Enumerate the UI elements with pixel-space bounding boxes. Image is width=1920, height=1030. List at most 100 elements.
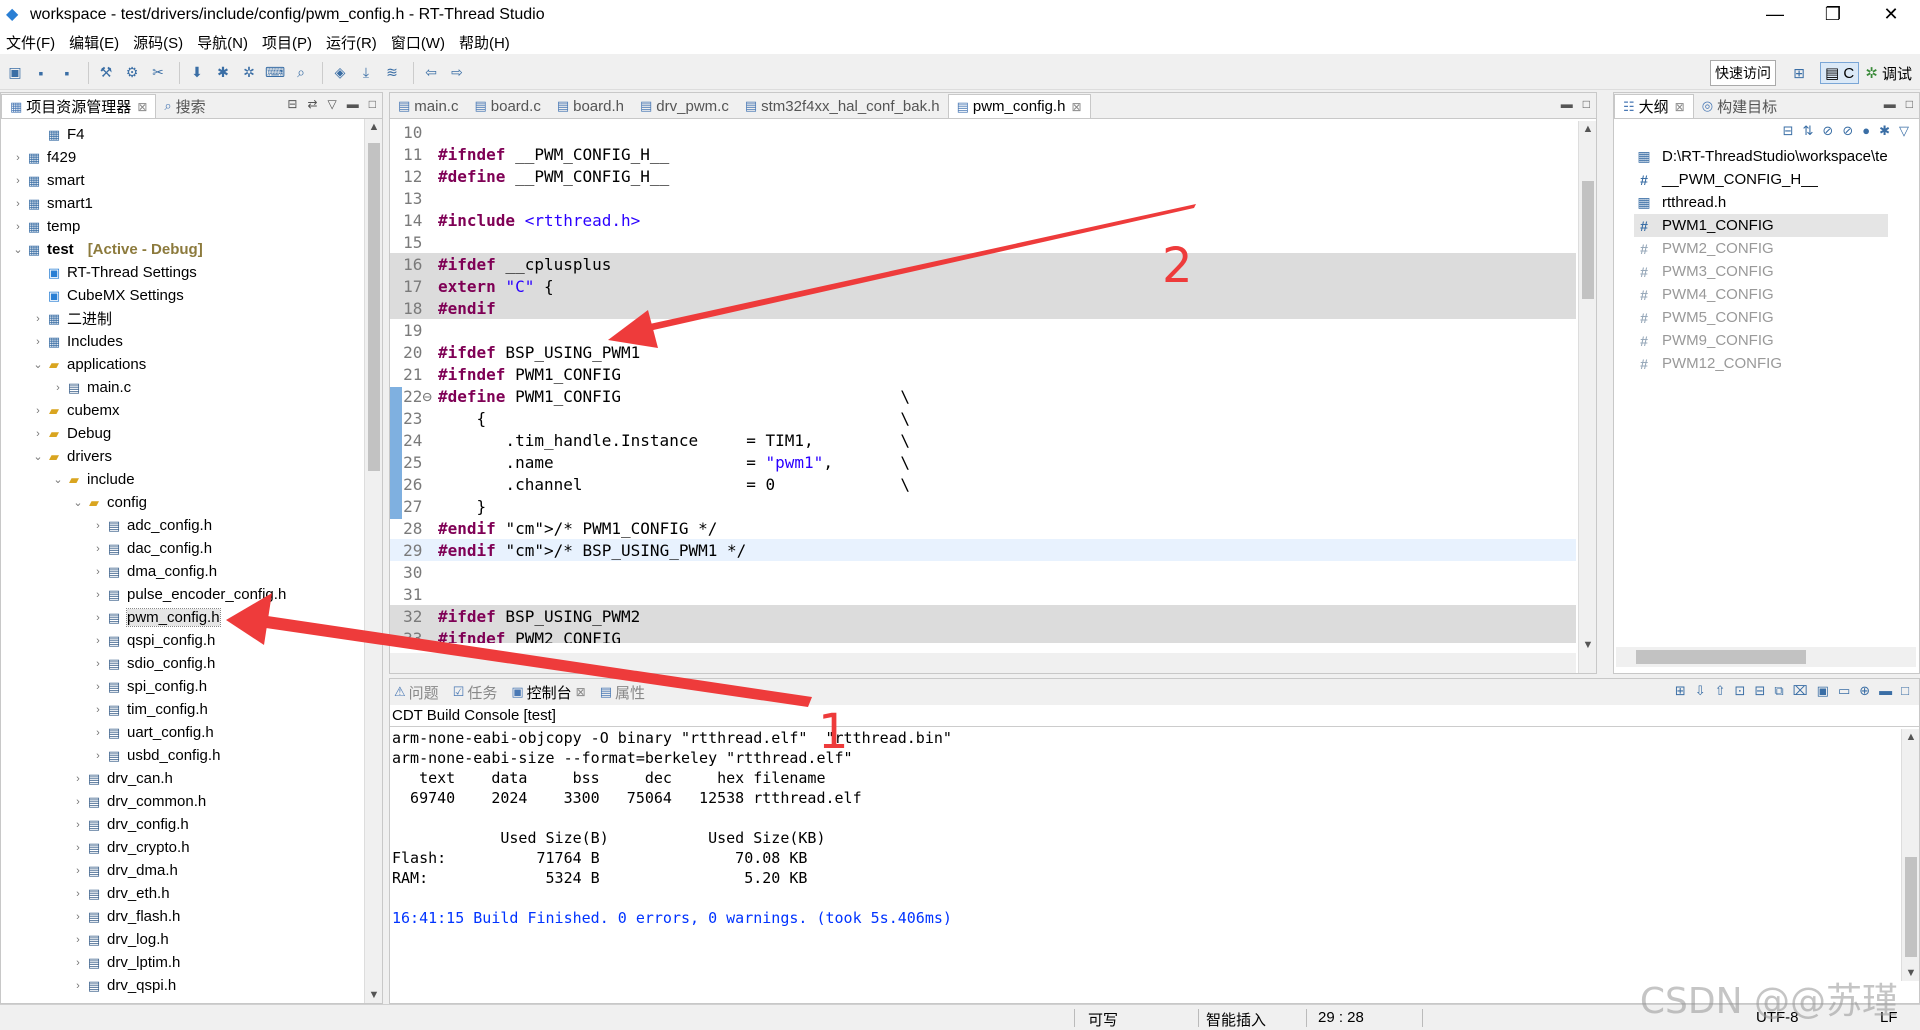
- outline-item[interactable]: # PWM2_CONFIG: [1634, 237, 1888, 260]
- settings-icon[interactable]: ✱: [212, 62, 234, 84]
- debug-icon[interactable]: ✲: [238, 62, 260, 84]
- layers-icon[interactable]: ≋: [381, 62, 403, 84]
- expand-toggle-icon[interactable]: ›: [91, 589, 105, 601]
- outline-item[interactable]: # PWM4_CONFIG: [1634, 283, 1888, 306]
- expand-toggle-icon[interactable]: ›: [31, 336, 45, 348]
- code-area[interactable]: 10 11 #ifndef __PWM_CONFIG_H__ 12 #define…: [390, 121, 1576, 643]
- hide-nonpublic-icon[interactable]: ●: [1862, 123, 1870, 139]
- scroll-lock-icon[interactable]: ⊟: [1754, 683, 1765, 699]
- scroll-down-icon[interactable]: ▼: [1579, 639, 1597, 651]
- editor-tab[interactable]: ▤ drv_pwm.c: [632, 94, 737, 118]
- tree-item[interactable]: › ▤ drv_qspi.h: [1, 974, 363, 997]
- build-icon[interactable]: ⚒: [95, 62, 117, 84]
- expand-toggle-icon[interactable]: ›: [91, 658, 105, 670]
- tree-item[interactable]: › ▤ uart_config.h: [1, 721, 363, 744]
- tree-item[interactable]: › ▦ temp: [1, 215, 363, 238]
- outline-item[interactable]: # PWM9_CONFIG: [1634, 329, 1888, 352]
- code-line[interactable]: 27 }: [390, 495, 1576, 519]
- tree-item[interactable]: › ▤ spi_config.h: [1, 675, 363, 698]
- tree-item[interactable]: › ▤ adc_config.h: [1, 514, 363, 537]
- sdk-icon[interactable]: ◈: [329, 62, 351, 84]
- close-icon[interactable]: ⊠: [1071, 100, 1081, 114]
- tree-item[interactable]: › ▤ drv_log.h: [1, 928, 363, 951]
- editor-scrollbar[interactable]: ▲ ▼: [1578, 121, 1596, 673]
- menu-window[interactable]: 窗口(W): [391, 32, 445, 53]
- view-menu-icon[interactable]: ▽: [1899, 123, 1909, 139]
- outline-item[interactable]: ▦ D:\RT-ThreadStudio\workspace\te: [1634, 145, 1887, 168]
- editor-tab[interactable]: ▤ stm32f4xx_hal_conf_bak.h: [737, 94, 948, 118]
- tree-item[interactable]: › ▤ usbd_config.h: [1, 744, 363, 767]
- scroll-thumb[interactable]: [1636, 650, 1806, 664]
- tree-item[interactable]: › ▤ tim_config.h: [1, 698, 363, 721]
- code-line[interactable]: 28 #endif "cm">/* PWM1_CONFIG */: [390, 517, 1576, 539]
- code-line[interactable]: 29 #endif "cm">/* BSP_USING_PWM1 */: [390, 539, 1576, 561]
- import-icon[interactable]: ⤓: [355, 62, 377, 84]
- code-line[interactable]: 26 .channel = 0 \: [390, 473, 1576, 497]
- minimize-icon[interactable]: ▬: [347, 97, 359, 111]
- tab-outline[interactable]: ☷ 大纲 ⊠: [1614, 94, 1694, 118]
- close-icon[interactable]: ⊠: [576, 685, 586, 699]
- prev-error-icon[interactable]: ⇧: [1715, 683, 1726, 699]
- menu-file[interactable]: 文件(F): [6, 32, 55, 53]
- perspective-c[interactable]: ▤ C: [1820, 62, 1860, 84]
- expand-toggle-icon[interactable]: ⌄: [11, 243, 25, 256]
- editor-tab[interactable]: ▤ board.c: [466, 94, 548, 118]
- expand-toggle-icon[interactable]: ›: [71, 957, 85, 969]
- tree-item[interactable]: › ▤ drv_crypto.h: [1, 836, 363, 859]
- expand-toggle-icon[interactable]: ›: [91, 727, 105, 739]
- console-scrollbar[interactable]: ▲ ▼: [1901, 729, 1919, 981]
- outline-item[interactable]: ▦ rtthread.h: [1634, 191, 1888, 214]
- menu-source[interactable]: 源码(S): [133, 32, 183, 53]
- console-tab[interactable]: ▤ 属性: [600, 682, 645, 703]
- scroll-thumb[interactable]: [1582, 181, 1594, 299]
- minimize-icon[interactable]: ▬: [1879, 683, 1892, 699]
- download-icon[interactable]: ⬇: [186, 62, 208, 84]
- search-icon[interactable]: ⌕: [290, 62, 312, 84]
- menu-navigate[interactable]: 导航(N): [197, 32, 248, 53]
- console-tab[interactable]: ☑ 任务: [453, 682, 498, 703]
- expand-toggle-icon[interactable]: ›: [71, 888, 85, 900]
- expand-toggle-icon[interactable]: ›: [11, 198, 25, 210]
- expand-toggle-icon[interactable]: ›: [91, 750, 105, 762]
- back-icon[interactable]: ⇦: [420, 62, 442, 84]
- tree-item[interactable]: › ▤ drv_can.h: [1, 767, 363, 790]
- scroll-down-icon[interactable]: ▼: [1902, 967, 1920, 979]
- scroll-thumb[interactable]: [1905, 857, 1917, 957]
- code-line[interactable]: 31: [390, 583, 1576, 605]
- tree-item[interactable]: ⌄ ▰ applications: [1, 353, 363, 376]
- tree-item[interactable]: › ▤ drv_common.h: [1, 790, 363, 813]
- perspective-debug[interactable]: ✲ 调试: [1865, 63, 1912, 84]
- expand-toggle-icon[interactable]: ›: [91, 566, 105, 578]
- expand-toggle-icon[interactable]: ›: [91, 704, 105, 716]
- tree-item[interactable]: › ▤ drv_dma.h: [1, 859, 363, 882]
- console-tab[interactable]: ⚠ 问题: [394, 682, 439, 703]
- tree-item[interactable]: › ▤ drv_flash.h: [1, 905, 363, 928]
- close-icon[interactable]: ⊠: [1675, 100, 1685, 114]
- clear-console-icon[interactable]: ⌧: [1793, 683, 1808, 699]
- quick-access-field[interactable]: 快速访问: [1710, 60, 1777, 86]
- code-line[interactable]: 10: [390, 121, 1576, 143]
- tree-item[interactable]: › ▤ drv_config.h: [1, 813, 363, 836]
- new-icon[interactable]: ▣: [4, 62, 26, 84]
- terminal-icon[interactable]: ⌨: [264, 62, 286, 84]
- expand-toggle-icon[interactable]: ›: [71, 911, 85, 923]
- new-console-icon[interactable]: ⊕: [1859, 683, 1870, 699]
- minimize-button[interactable]: —: [1746, 0, 1804, 30]
- expand-toggle-icon[interactable]: ›: [71, 980, 85, 992]
- expand-toggle-icon[interactable]: ⌄: [71, 496, 85, 509]
- expand-toggle-icon[interactable]: ›: [31, 405, 45, 417]
- editor-horizontal-scrollbar[interactable]: [390, 653, 1576, 673]
- tree-item[interactable]: ▣ CubeMX Settings: [1, 284, 363, 307]
- outline-item[interactable]: # PWM1_CONFIG: [1634, 214, 1888, 237]
- display-console-icon[interactable]: ▭: [1838, 683, 1850, 699]
- minimize-icon[interactable]: ▬: [1884, 97, 1896, 111]
- tab-build-targets[interactable]: ◎ 构建目标: [1694, 94, 1785, 118]
- next-error-icon[interactable]: ⇩: [1695, 683, 1706, 699]
- outline-item[interactable]: # PWM5_CONFIG: [1634, 306, 1888, 329]
- code-line[interactable]: 11 #ifndef __PWM_CONFIG_H__: [390, 143, 1576, 165]
- code-line[interactable]: 21 #ifndef PWM1_CONFIG: [390, 363, 1576, 385]
- close-window-button[interactable]: ✕: [1862, 0, 1920, 30]
- open-console-icon[interactable]: ▣: [1817, 683, 1829, 699]
- tree-item[interactable]: › ▦ smart1: [1, 192, 363, 215]
- outline-horizontal-scrollbar[interactable]: [1616, 647, 1916, 667]
